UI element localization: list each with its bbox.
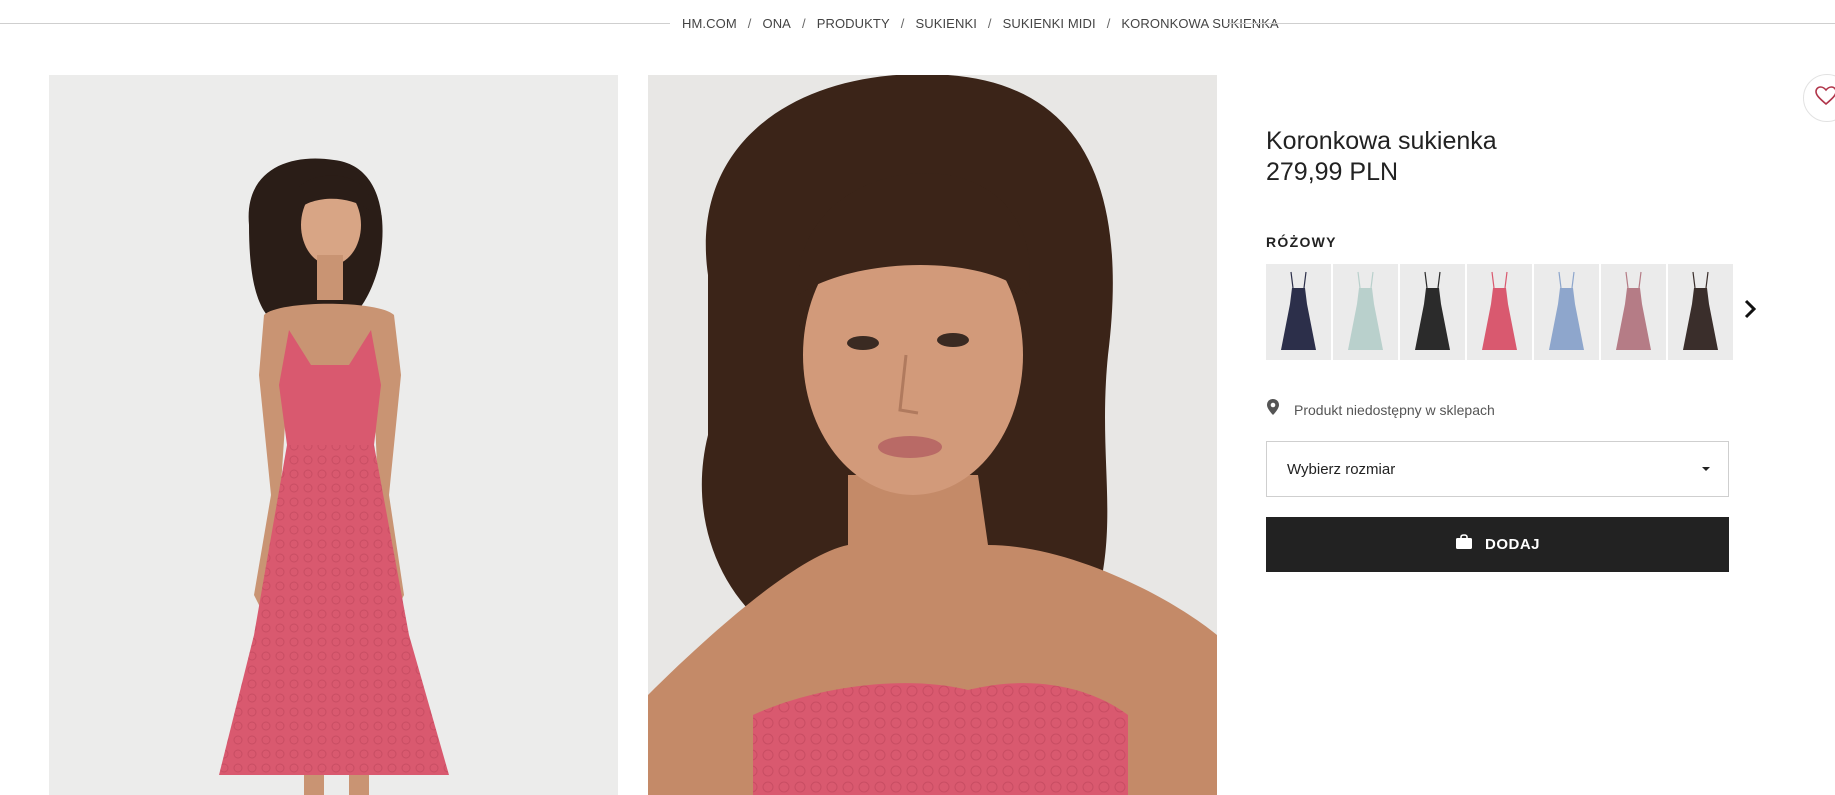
dress-thumbnail (1534, 264, 1599, 360)
breadcrumb-separator: / (987, 16, 992, 31)
breadcrumb-separator: / (801, 16, 806, 31)
store-availability: Produkt niedostępny w sklepach (1266, 398, 1495, 421)
size-select[interactable]: Wybierz rozmiar (1266, 441, 1729, 497)
dress-thumbnail (1601, 264, 1666, 360)
breadcrumb: HM.COM / ONA / PRODUKTY / SUKIENKI / SUK… (682, 16, 1279, 31)
product-image-full-body[interactable] (49, 75, 618, 795)
dress-thumbnail (1668, 264, 1733, 360)
dress-thumbnail (1333, 264, 1398, 360)
color-swatch[interactable] (1668, 264, 1733, 360)
breadcrumb-item-sukienki[interactable]: SUKIENKI (915, 16, 976, 31)
breadcrumb-item-hm[interactable]: HM.COM (682, 16, 737, 31)
heart-icon (1815, 85, 1835, 111)
breadcrumb-divider-right (1227, 23, 1835, 24)
chevron-right-icon (1744, 299, 1757, 324)
color-swatches (1266, 264, 1733, 360)
dress-thumbnail (1467, 264, 1532, 360)
color-swatch[interactable] (1266, 264, 1331, 360)
breadcrumb-item-produkty[interactable]: PRODUKTY (817, 16, 890, 31)
dress-thumbnail (1266, 264, 1331, 360)
availability-text: Produkt niedostępny w sklepach (1294, 401, 1495, 418)
breadcrumb-item-sukienki-midi[interactable]: SUKIENKI MIDI (1003, 16, 1096, 31)
color-swatch[interactable] (1534, 264, 1599, 360)
caret-down-icon (1702, 467, 1710, 471)
swatch-next-button[interactable] (1738, 296, 1762, 326)
size-select-placeholder: Wybierz rozmiar (1287, 460, 1396, 478)
favorite-button[interactable] (1803, 74, 1835, 122)
map-pin-icon (1266, 398, 1280, 421)
product-price: 279,99 PLN (1266, 158, 1399, 186)
product-image-closeup[interactable] (648, 75, 1217, 795)
selected-color-label: RÓŻOWY (1266, 234, 1337, 250)
color-swatch[interactable] (1333, 264, 1398, 360)
shopping-bag-icon (1455, 534, 1473, 555)
product-title: Koronkowa sukienka (1266, 127, 1497, 155)
dress-thumbnail (1400, 264, 1465, 360)
color-swatch[interactable] (1400, 264, 1465, 360)
breadcrumb-bar: HM.COM / ONA / PRODUKTY / SUKIENKI / SUK… (0, 0, 1835, 48)
breadcrumb-item-ona[interactable]: ONA (762, 16, 790, 31)
add-to-bag-label: DODAJ (1484, 536, 1540, 553)
add-to-bag-button[interactable]: DODAJ (1266, 517, 1729, 572)
breadcrumb-separator: / (900, 16, 905, 31)
color-swatch[interactable] (1467, 264, 1532, 360)
breadcrumb-separator: / (747, 16, 752, 31)
color-swatch[interactable] (1601, 264, 1666, 360)
breadcrumb-separator: / (1106, 16, 1111, 31)
breadcrumb-divider-left (0, 23, 670, 24)
